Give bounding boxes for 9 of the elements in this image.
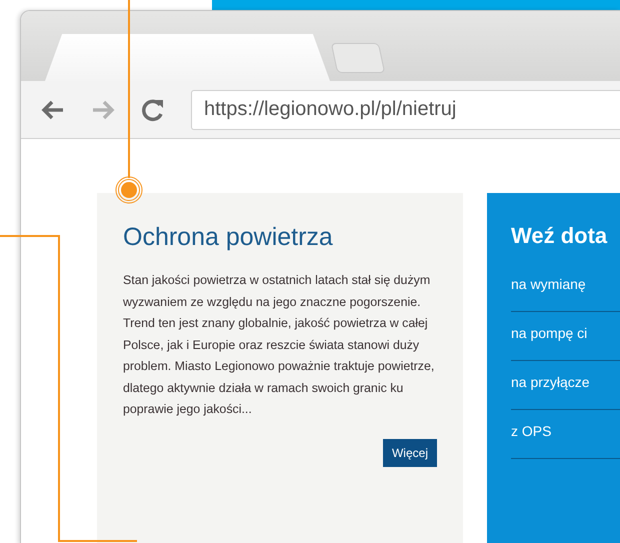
panel-link[interactable]: na pompę ci — [511, 312, 620, 361]
article-text: Stan jakości powietrza w ostatnich latach stał się dużym wyzwaniem ze względu na jego znaczne pogorszenie. Trend ten jest znany globalnie, jakość powietrza w całej Polsce, jak i Europie oraz reszcie świata stanowi duży problem. Miasto Legionowo poważnie traktuje powietrze, dlatego aktywnie działa w ramach swoich granic ku poprawie jego jakości... — [123, 272, 436, 418]
panel-title: Weź dota — [511, 223, 608, 249]
panel-link[interactable]: na wymianę — [511, 263, 620, 312]
address-bar[interactable]: https://legionowo.pl/pl/nietruj — [191, 90, 620, 130]
article-title: Ochrona powietrza — [123, 223, 334, 252]
panel-link[interactable]: na przyłącze — [511, 361, 620, 410]
more-button[interactable]: Więcej — [382, 438, 437, 466]
panel-link[interactable]: z OPS — [511, 410, 620, 459]
